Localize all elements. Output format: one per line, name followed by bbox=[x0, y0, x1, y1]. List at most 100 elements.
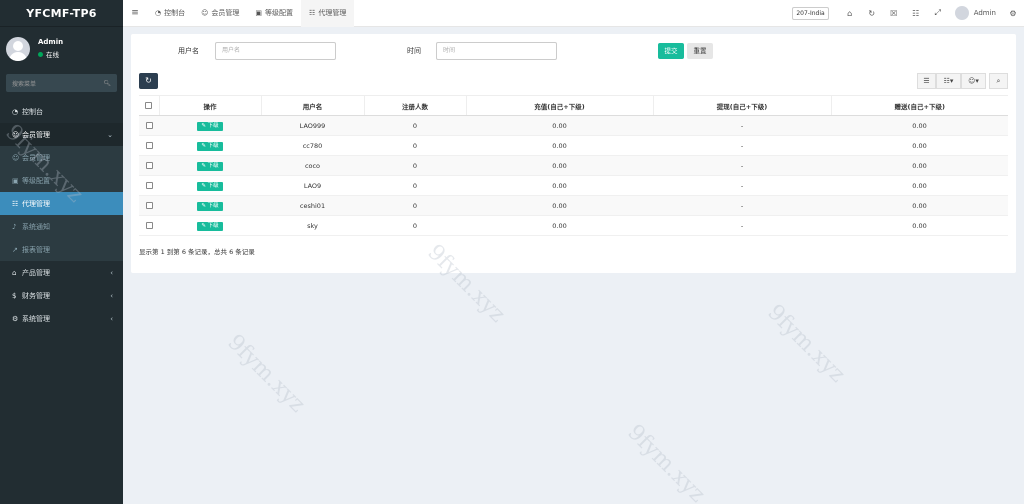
table-row: ✎ 下级 ceshi01 0 0.00-0.00 bbox=[139, 195, 1008, 216]
row-checkbox[interactable] bbox=[139, 155, 159, 176]
column-header[interactable]: 提现(自己+下级) bbox=[652, 95, 831, 116]
watermark: 9fym.xyz bbox=[622, 420, 710, 504]
top-navbar: ≡ ◔ 控制台 ☺ 会员管理 ▣ 等级配置 ☷ 代理管理 207-India ⌂ ↻ ☒… bbox=[123, 0, 1024, 27]
fullscreen-icon[interactable]: ⤢ bbox=[927, 8, 949, 18]
recharge-cell: 0.00 bbox=[466, 115, 653, 136]
watermark: 9fym.xyz bbox=[762, 300, 850, 388]
gift-cell: 0.00 bbox=[831, 115, 1008, 136]
brand-logo[interactable]: YFCMF-TP6 bbox=[0, 0, 123, 27]
tab-member-management[interactable]: ☺ 会员管理 bbox=[193, 0, 247, 27]
sidebar-subitem-member-management[interactable]: ☺ 会员管理 bbox=[0, 146, 123, 169]
user-icon: ☺▾ bbox=[968, 77, 979, 85]
username-cell: cc780 bbox=[261, 135, 364, 156]
table-row: ✎ 下级 LAO9 0 0.00-0.00 bbox=[139, 175, 1008, 196]
dashboard-icon: ◔ bbox=[155, 9, 162, 17]
reset-button[interactable]: 重置 bbox=[687, 43, 713, 59]
tab-agent-management[interactable]: ☷ 代理管理 bbox=[301, 0, 355, 27]
withdraw-cell: - bbox=[653, 155, 831, 176]
sidebar-item-dashboard[interactable]: ◔ 控制台 bbox=[0, 100, 123, 123]
list-icon: ☰ bbox=[923, 77, 930, 85]
row-checkbox[interactable] bbox=[139, 215, 159, 236]
user-icon: ☺ bbox=[201, 9, 209, 17]
subordinate-button[interactable]: ✎ 下级 bbox=[197, 121, 223, 131]
column-header[interactable]: 赠送(自己+下级) bbox=[830, 95, 1008, 116]
gift-cell: 0.00 bbox=[831, 135, 1008, 156]
row-checkbox[interactable] bbox=[139, 115, 159, 136]
sitemap-icon: ☷ bbox=[12, 199, 19, 208]
subordinate-button[interactable]: ✎ 下级 bbox=[197, 141, 223, 151]
table-row: ✎ 下级 LAO999 0 0.00-0.00 bbox=[139, 115, 1008, 136]
username-cell: ceshi01 bbox=[261, 195, 364, 216]
table-row: ✎ 下级 coco 0 0.00-0.00 bbox=[139, 155, 1008, 176]
sidebar-search-input[interactable]: 搜索菜单 🔍︎ bbox=[6, 74, 117, 92]
agent-table: 操作 用户名 注册人数 充值(自己+下级) 提现(自己+下级) 赠送(自己+下级… bbox=[139, 95, 1008, 236]
column-header[interactable]: 充值(自己+下级) bbox=[465, 95, 653, 116]
registration-count-cell: 0 bbox=[364, 215, 466, 236]
sidebar-item-finance-management[interactable]: $ 财务管理 ‹ bbox=[0, 284, 123, 307]
bell-icon: ♪ bbox=[12, 222, 17, 231]
registration-count-cell: 0 bbox=[364, 195, 466, 216]
toggle-view-button[interactable]: ☰ bbox=[917, 73, 936, 89]
menu-toggle-icon[interactable]: ≡ bbox=[123, 8, 147, 18]
recharge-cell: 0.00 bbox=[466, 135, 653, 156]
refresh-button[interactable]: ↻ bbox=[139, 73, 158, 89]
username-input[interactable]: 用户名 bbox=[215, 42, 336, 60]
row-checkbox[interactable] bbox=[139, 175, 159, 196]
subordinate-button[interactable]: ✎ 下级 bbox=[197, 161, 223, 171]
chevron-down-icon: ⌄ bbox=[107, 130, 113, 139]
avatar bbox=[6, 36, 30, 61]
column-header[interactable]: 用户名 bbox=[260, 95, 364, 116]
username-label: 用户名 bbox=[178, 47, 199, 55]
pagination-info: 显示第 1 到第 6 条记录，总共 6 条记录 bbox=[139, 248, 255, 256]
user-name: Admin bbox=[38, 38, 64, 46]
gift-cell: 0.00 bbox=[831, 215, 1008, 236]
column-header[interactable]: 注册人数 bbox=[363, 95, 466, 116]
sidebar-subitem-level-config[interactable]: ▣ 等级配置 bbox=[0, 169, 123, 192]
sidebar-item-system-management[interactable]: ⚙ 系统管理 ‹ bbox=[0, 307, 123, 330]
money-icon: $ bbox=[12, 291, 17, 300]
sidebar-item-product-management[interactable]: ⌂ 产品管理 ‹ bbox=[0, 261, 123, 284]
search-icon[interactable]: 🔍︎ bbox=[103, 80, 111, 87]
row-checkbox[interactable] bbox=[139, 195, 159, 216]
content-panel: 用户名 用户名 时间 时间 提交 重置 ↻ ☰ ☷▾ ☺▾ ⌕ 操作 用户名 注… bbox=[131, 34, 1016, 273]
cogs-icon[interactable]: ⚙ bbox=[1002, 9, 1024, 18]
username-cell: sky bbox=[261, 215, 364, 236]
sidebar-item-member-management[interactable]: ☺ 会员管理 ⌄ bbox=[0, 123, 123, 146]
trash-icon[interactable]: ☒ bbox=[883, 9, 905, 18]
select-all-checkbox[interactable] bbox=[139, 95, 159, 116]
refresh-icon[interactable]: ↻ bbox=[861, 9, 883, 18]
tab-level-config[interactable]: ▣ 等级配置 bbox=[247, 0, 301, 27]
columns-button[interactable]: ☷▾ bbox=[936, 73, 961, 89]
submit-button[interactable]: 提交 bbox=[658, 43, 684, 59]
recharge-cell: 0.00 bbox=[466, 215, 653, 236]
chart-icon: ↗ bbox=[12, 245, 18, 254]
search-button[interactable]: ⌕ bbox=[989, 73, 1008, 89]
username-cell: LAO9 bbox=[261, 175, 364, 196]
recharge-cell: 0.00 bbox=[466, 195, 653, 216]
subordinate-button[interactable]: ✎ 下级 bbox=[197, 181, 223, 191]
level-icon: ▣ bbox=[12, 176, 19, 185]
subordinate-button[interactable]: ✎ 下级 bbox=[197, 221, 223, 231]
row-checkbox[interactable] bbox=[139, 135, 159, 156]
chevron-left-icon: ‹ bbox=[110, 268, 113, 277]
time-label: 时间 bbox=[407, 47, 421, 55]
export-button[interactable]: ☺▾ bbox=[961, 73, 986, 89]
subordinate-button[interactable]: ✎ 下级 bbox=[197, 201, 223, 211]
sidebar-item-agent-management[interactable]: ☷ 代理管理 bbox=[0, 192, 123, 215]
avatar[interactable] bbox=[954, 6, 969, 20]
top-user-name[interactable]: Admin bbox=[974, 9, 996, 17]
tab-dashboard[interactable]: ◔ 控制台 bbox=[147, 0, 193, 27]
watermark: 9fym.xyz bbox=[222, 330, 310, 418]
chevron-left-icon: ‹ bbox=[110, 314, 113, 323]
sidebar-subitem-system-notice[interactable]: ♪ 系统通知 bbox=[0, 215, 123, 238]
registration-count-cell: 0 bbox=[364, 135, 466, 156]
withdraw-cell: - bbox=[653, 175, 831, 196]
time-input[interactable]: 时间 bbox=[436, 42, 557, 60]
home-icon[interactable]: ⌂ bbox=[839, 9, 861, 18]
translate-icon[interactable]: ☷ bbox=[905, 9, 927, 18]
table-toolbar: ☰ ☷▾ ☺▾ ⌕ bbox=[917, 73, 1008, 89]
level-icon: ▣ bbox=[255, 9, 263, 17]
user-status: 在线 bbox=[38, 49, 63, 59]
sidebar-subitem-report-management[interactable]: ↗ 报表管理 bbox=[0, 238, 123, 261]
region-select[interactable]: 207-India bbox=[792, 6, 829, 20]
